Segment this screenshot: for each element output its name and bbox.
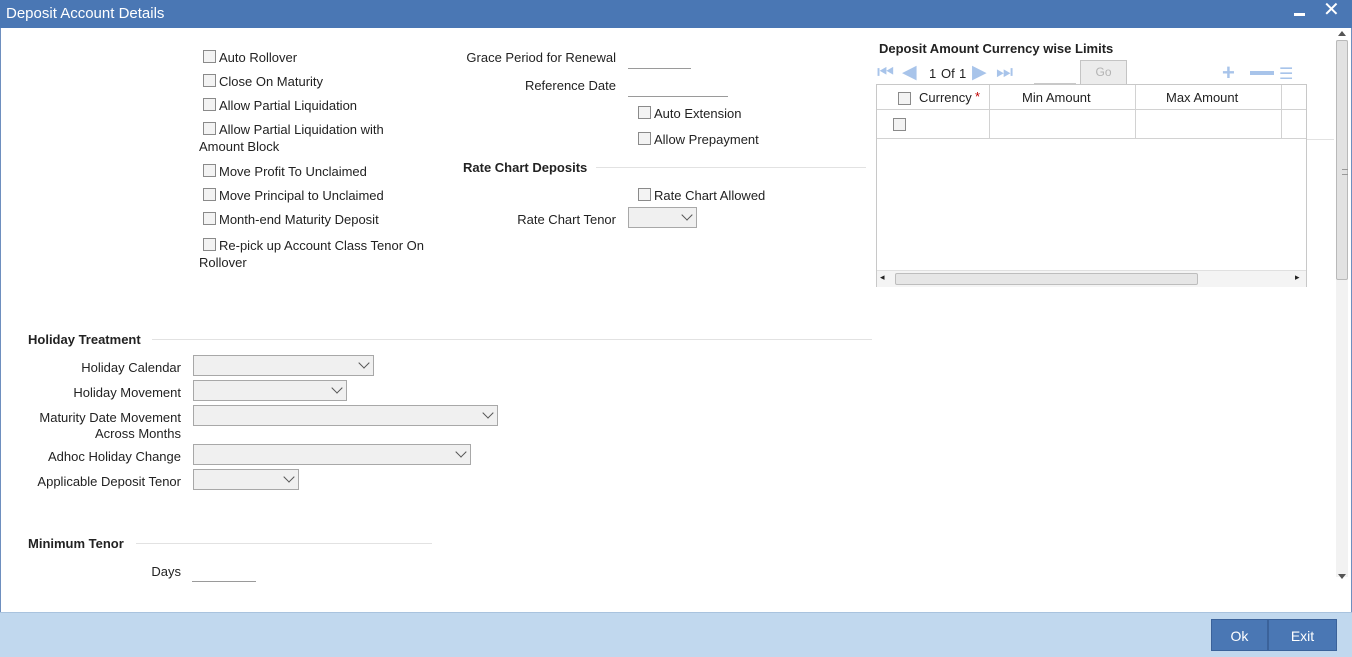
allow-partial-liquidation-label: Allow Partial Liquidation xyxy=(219,98,358,113)
go-button[interactable]: Go xyxy=(1080,60,1127,85)
ok-button[interactable]: Ok xyxy=(1211,619,1268,651)
column-min-amount: Min Amount xyxy=(1022,90,1091,105)
min-tenor-divider xyxy=(136,543,432,544)
partial-liquidation-amount-block-checkbox[interactable] xyxy=(203,122,216,135)
holiday-calendar-label: Holiday Calendar xyxy=(81,360,181,375)
column-max-amount: Max Amount xyxy=(1166,90,1239,105)
maturity-movement-label: Maturity Date Movement xyxy=(39,410,181,425)
repick-tenor-checkbox[interactable] xyxy=(203,238,216,251)
close-on-maturity-label: Close On Maturity xyxy=(219,74,324,89)
required-mark: * xyxy=(975,89,981,104)
scroll-up-icon[interactable] xyxy=(1338,31,1346,36)
auto-extension-label: Auto Extension xyxy=(654,106,742,121)
chevron-down-icon xyxy=(482,407,494,419)
days-label: Days xyxy=(151,564,181,579)
chevron-down-icon xyxy=(358,357,370,369)
rate-chart-allowed-label: Rate Chart Allowed xyxy=(654,188,766,203)
allow-prepayment-checkbox[interactable] xyxy=(638,132,651,145)
adhoc-holiday-label: Adhoc Holiday Change xyxy=(48,449,181,464)
scroll-thumb[interactable] xyxy=(895,273,1198,285)
grid-horizontal-scrollbar[interactable]: ◂ ▸ xyxy=(877,270,1306,287)
minimize-icon[interactable] xyxy=(1294,13,1305,16)
rate-chart-tenor-select[interactable] xyxy=(628,207,697,228)
reference-date-input[interactable] xyxy=(628,96,728,97)
grace-period-label: Grace Period for Renewal xyxy=(466,50,616,65)
holiday-heading: Holiday Treatment xyxy=(28,332,141,347)
adhoc-holiday-select[interactable] xyxy=(193,444,471,465)
grid-header: Currency * Min Amount Max Amount xyxy=(877,85,1306,138)
last-page-icon[interactable]: ⏭ xyxy=(996,63,1013,83)
allow-prepayment-label: Allow Prepayment xyxy=(654,132,759,147)
repick-tenor-label: Re-pick up Account Class Tenor On xyxy=(219,238,424,253)
vertical-scrollbar[interactable] xyxy=(1334,28,1350,585)
rate-chart-tenor-label: Rate Chart Tenor xyxy=(517,212,616,227)
scroll-down-icon[interactable] xyxy=(1338,574,1346,579)
auto-rollover-label: Auto Rollover xyxy=(219,50,298,65)
row-checkbox[interactable] xyxy=(893,118,906,131)
deposit-tenor-label: Applicable Deposit Tenor xyxy=(37,474,181,489)
chevron-down-icon xyxy=(455,446,467,458)
partial-liquidation-amount-block-label-2: Amount Block xyxy=(199,139,280,154)
column-currency: Currency xyxy=(919,90,972,105)
list-view-icon[interactable]: ☰ xyxy=(1279,64,1293,84)
limits-heading: Deposit Amount Currency wise Limits xyxy=(879,41,1114,56)
rate-chart-allowed-checkbox[interactable] xyxy=(638,188,651,201)
window-title: Deposit Account Details xyxy=(6,5,165,22)
holiday-divider xyxy=(152,339,872,340)
deposit-tenor-select[interactable] xyxy=(193,469,299,490)
reference-date-label: Reference Date xyxy=(524,78,616,93)
holiday-movement-label: Holiday Movement xyxy=(73,385,181,400)
chevron-down-icon xyxy=(331,382,343,394)
grace-period-input[interactable] xyxy=(628,68,691,69)
maturity-movement-label-2: Across Months xyxy=(95,426,181,441)
auto-extension-checkbox[interactable] xyxy=(638,106,651,119)
chevron-down-icon xyxy=(681,209,693,221)
pager-current: 1 xyxy=(929,66,937,81)
rate-chart-heading: Rate Chart Deposits xyxy=(463,160,588,175)
chevron-down-icon xyxy=(283,471,295,483)
pager-of-label: Of xyxy=(941,66,955,81)
close-icon[interactable]: ✕ xyxy=(1323,0,1340,20)
scroll-left-icon[interactable]: ◂ xyxy=(880,272,885,283)
repick-tenor-label-2: Rollover xyxy=(199,255,247,270)
grip-icon xyxy=(1342,169,1348,175)
holiday-calendar-select[interactable] xyxy=(193,355,374,376)
move-profit-unclaimed-checkbox[interactable] xyxy=(203,164,216,177)
next-page-icon[interactable]: ▶ xyxy=(972,63,987,83)
maturity-movement-select[interactable] xyxy=(193,405,498,426)
close-on-maturity-checkbox[interactable] xyxy=(203,74,216,87)
allow-partial-liquidation-checkbox[interactable] xyxy=(203,98,216,111)
holiday-movement-select[interactable] xyxy=(193,380,347,401)
rate-chart-divider xyxy=(596,167,866,168)
select-all-checkbox[interactable] xyxy=(898,92,911,105)
add-row-icon[interactable]: + xyxy=(1222,60,1235,86)
footer-bar: Ok Exit xyxy=(0,612,1352,657)
scroll-right-icon[interactable]: ▸ xyxy=(1295,272,1300,283)
move-profit-unclaimed-label: Move Profit To Unclaimed xyxy=(219,164,367,179)
grid-row-line xyxy=(1307,139,1334,140)
prev-page-icon[interactable]: ◀ xyxy=(902,63,917,83)
table-row[interactable] xyxy=(877,110,1306,139)
min-tenor-heading: Minimum Tenor xyxy=(28,536,124,551)
first-page-icon[interactable]: ⏮ xyxy=(877,63,894,83)
title-bar: Deposit Account Details ✕ xyxy=(0,0,1352,28)
month-end-maturity-label: Month-end Maturity Deposit xyxy=(219,212,379,227)
pager-total: 1 xyxy=(959,66,967,81)
days-input[interactable] xyxy=(192,581,256,582)
scroll-thumb[interactable] xyxy=(1336,40,1348,280)
move-principal-unclaimed-checkbox[interactable] xyxy=(203,188,216,201)
move-principal-unclaimed-label: Move Principal to Unclaimed xyxy=(219,188,384,203)
auto-rollover-checkbox[interactable] xyxy=(203,50,216,63)
limits-grid: Currency * Min Amount Max Amount ◂ ▸ xyxy=(876,84,1307,287)
partial-liquidation-amount-block-label: Allow Partial Liquidation with xyxy=(219,122,384,137)
month-end-maturity-checkbox[interactable] xyxy=(203,212,216,225)
exit-button[interactable]: Exit xyxy=(1268,619,1337,651)
delete-row-icon[interactable] xyxy=(1250,71,1274,75)
